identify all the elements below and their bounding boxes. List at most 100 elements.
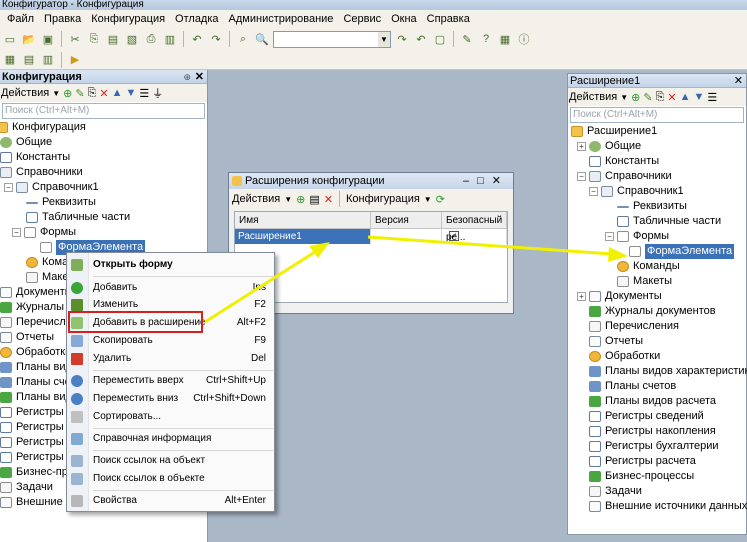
tree-item[interactable]: − Формы <box>571 229 746 244</box>
compare-icon[interactable]: ▥ <box>40 52 56 68</box>
save-icon[interactable]: ▣ <box>40 31 56 47</box>
table-row[interactable]: Расширение1 ✓ <box>235 229 507 244</box>
print-icon[interactable]: ⎙ <box>143 31 159 47</box>
tree-item[interactable]: Бизнес-процессы <box>571 469 746 484</box>
sort-icon[interactable]: ☰ <box>139 87 149 100</box>
tree-item[interactable]: Команды <box>571 259 746 274</box>
tree-item[interactable]: Табличные части <box>571 214 746 229</box>
menu-item-move-up[interactable]: Переместить вверх Ctrl+Shift+Up <box>67 372 276 389</box>
collapse-icon[interactable]: − <box>12 228 21 237</box>
copy-icon[interactable]: ⎘ <box>656 91 665 104</box>
delete-icon[interactable]: ▧ <box>124 31 140 47</box>
collapse-icon[interactable]: − <box>605 232 614 241</box>
chevron-down-icon[interactable]: ▼ <box>284 195 292 204</box>
collapse-icon[interactable]: − <box>577 172 586 181</box>
expand-icon[interactable]: + <box>577 292 586 301</box>
update-db-icon[interactable]: ▤ <box>21 52 37 68</box>
maximize-icon[interactable]: □ <box>477 175 492 187</box>
undo-icon[interactable]: ↶ <box>189 31 205 47</box>
tree-item[interactable]: Регистры расчета <box>571 454 746 469</box>
tree-item[interactable]: − Справочник1 <box>571 184 746 199</box>
menu-item-find-refs-to-object[interactable]: Поиск ссылок на объект <box>67 452 276 469</box>
menu-debug[interactable]: Отладка <box>170 13 223 25</box>
copy-icon[interactable]: ⎘ <box>88 87 97 100</box>
menu-configuration[interactable]: Конфигурация <box>86 13 170 25</box>
column-name[interactable]: Имя <box>235 212 371 228</box>
add-icon[interactable]: ⊕ <box>631 91 640 104</box>
chevron-down-icon[interactable]: ▼ <box>620 93 628 102</box>
edit-icon[interactable]: ✎ <box>643 91 652 104</box>
tree-item-selected[interactable]: ФормаЭлемента <box>571 244 746 259</box>
tree-item[interactable]: Регистры накопления <box>571 424 746 439</box>
menu-windows[interactable]: Окна <box>386 13 422 25</box>
tree-item[interactable]: + Общие <box>571 139 746 154</box>
close-icon[interactable]: ✕ <box>492 175 509 187</box>
menu-item-add[interactable]: Добавить Ins <box>67 279 276 296</box>
find-next-icon[interactable]: ↷ <box>394 31 410 47</box>
menu-file[interactable]: Файл <box>2 13 39 25</box>
tree-item[interactable]: Реквизиты <box>0 195 207 210</box>
actions-menu[interactable]: Действия <box>569 91 617 103</box>
move-up-icon[interactable]: ▲ <box>680 91 691 103</box>
extension-search-input[interactable]: Поиск (Ctrl+Alt+M) <box>570 107 744 123</box>
collapse-icon[interactable]: − <box>4 183 13 192</box>
pin-icon[interactable]: ⊕ <box>183 70 191 84</box>
add-icon[interactable]: ⊕ <box>63 87 72 100</box>
tree-item[interactable]: Планы видов расчета <box>571 394 746 409</box>
run-icon[interactable]: ▶ <box>67 52 83 68</box>
tree-item[interactable]: Внешние источники данных <box>571 499 747 514</box>
column-version[interactable]: Версия <box>371 212 442 228</box>
info-icon[interactable]: ⓘ <box>516 31 532 47</box>
tree-item[interactable]: Табличные части <box>0 210 207 225</box>
actions-menu[interactable]: Действия <box>1 87 49 99</box>
menu-item-help-info[interactable]: Справочная информация <box>67 430 276 447</box>
menu-item-move-down[interactable]: Переместить вниз Ctrl+Shift+Down <box>67 390 276 407</box>
menu-item-copy[interactable]: Скопировать F9 <box>67 332 276 349</box>
delete-icon[interactable]: ✕ <box>324 193 333 206</box>
column-safe-mode[interactable]: Безопасный ре... <box>442 212 507 243</box>
tree-item[interactable]: Планы счетов <box>571 379 746 394</box>
find-prev-icon[interactable]: ↶ <box>413 31 429 47</box>
tree-item[interactable]: Отчеты <box>571 334 746 349</box>
actions-menu[interactable]: Действия <box>232 193 280 205</box>
menu-item-open-form[interactable]: Открыть форму <box>67 256 276 273</box>
help-icon[interactable]: ? <box>478 31 494 47</box>
edit-icon[interactable]: ✎ <box>75 87 84 100</box>
tree-item[interactable]: Задачи <box>571 484 746 499</box>
collapse-icon[interactable]: − <box>589 187 598 196</box>
window-icon[interactable]: ▢ <box>432 31 448 47</box>
chevron-down-icon[interactable]: ▼ <box>378 31 390 47</box>
extensions-icon[interactable]: ▦ <box>497 31 513 47</box>
delete-icon[interactable]: ✕ <box>99 87 108 100</box>
move-down-icon[interactable]: ▼ <box>125 87 136 99</box>
tree-item[interactable]: Регистры сведений <box>571 409 746 424</box>
sort-icon[interactable]: ☰ <box>707 91 717 104</box>
tree-item[interactable]: Журналы документов <box>571 304 746 319</box>
menu-item-delete[interactable]: Удалить Del <box>67 350 276 367</box>
configuration-search-input[interactable]: Поиск (Ctrl+Alt+M) <box>2 103 205 119</box>
redo-icon[interactable]: ↷ <box>208 31 224 47</box>
move-up-icon[interactable]: ▲ <box>112 87 123 99</box>
open-config-icon[interactable]: ▦ <box>2 52 18 68</box>
preview-icon[interactable]: ▥ <box>162 31 178 47</box>
chevron-down-icon[interactable]: ▼ <box>52 89 60 98</box>
tree-item[interactable]: Планы видов характеристик <box>571 364 747 379</box>
tree-item[interactable]: Конфигурация <box>0 120 207 135</box>
tree-item[interactable]: Перечисления <box>571 319 746 334</box>
tree-item[interactable]: Макеты <box>571 274 746 289</box>
cut-icon[interactable]: ✂ <box>67 31 83 47</box>
tree-item[interactable]: Общие <box>0 135 207 150</box>
menu-item-find-refs-in-object[interactable]: Поиск ссылок в объекте <box>67 470 276 487</box>
tree-item[interactable]: Константы <box>0 150 207 165</box>
move-down-icon[interactable]: ▼ <box>693 91 704 103</box>
search-combo[interactable]: ▼ <box>273 30 391 48</box>
tree-item[interactable]: + Документы <box>571 289 746 304</box>
refresh-icon[interactable]: ⟳ <box>436 193 445 206</box>
chevron-down-icon[interactable]: ▼ <box>424 195 432 204</box>
tree-item[interactable]: Константы <box>571 154 746 169</box>
menu-service[interactable]: Сервис <box>338 13 386 25</box>
configuration-menu[interactable]: Конфигурация <box>346 193 420 205</box>
safe-mode-checkbox[interactable]: ✓ <box>448 231 459 241</box>
minimize-icon[interactable]: – <box>463 175 477 187</box>
add-icon[interactable]: ⊕ <box>296 193 305 206</box>
